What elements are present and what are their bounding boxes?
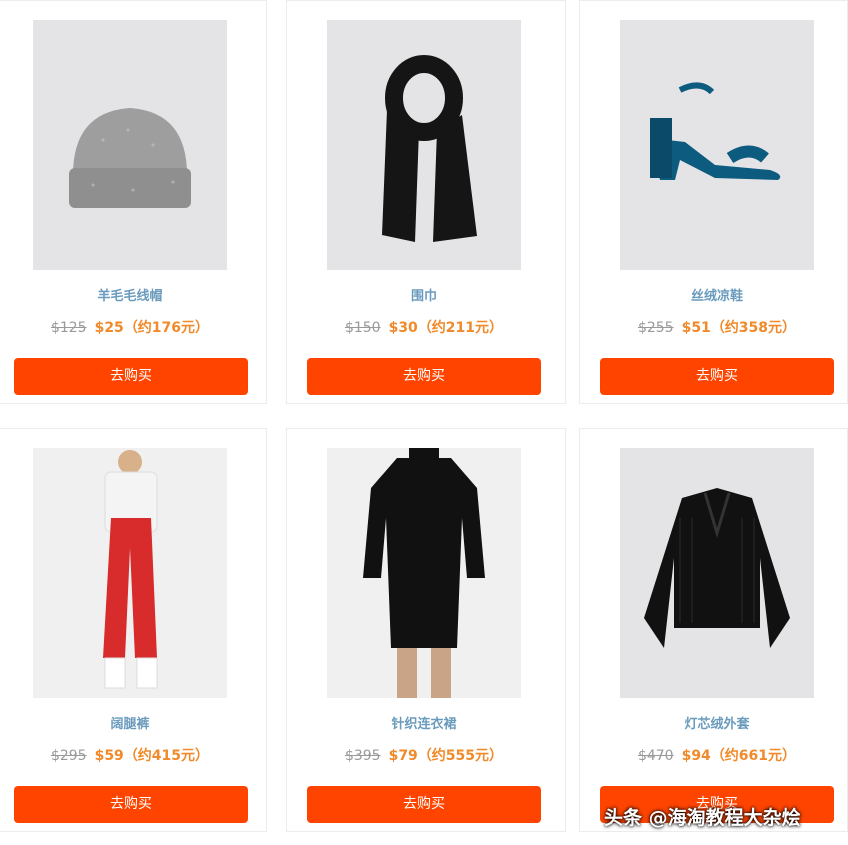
buy-button[interactable]: 去购买 <box>600 358 834 395</box>
price-row: $150 $30（约211元） <box>294 317 554 337</box>
watermark-text: 头条 @海淘教程大杂烩 <box>604 806 801 829</box>
product-name[interactable]: 羊毛毛线帽 <box>0 285 260 304</box>
price-row: $255 $51（约358元） <box>587 317 847 337</box>
product-card[interactable]: 丝绒凉鞋 $255 $51（约358元） 去购买 <box>579 0 848 404</box>
product-name[interactable]: 灯芯绒外套 <box>587 713 847 732</box>
product-name[interactable]: 阔腿裤 <box>0 713 260 732</box>
price-row: $395 $79（约555元） <box>294 745 554 765</box>
product-card[interactable]: 灯芯绒外套 $470 $94（约661元） 去购买 <box>579 428 848 832</box>
product-image-pants[interactable] <box>33 448 227 698</box>
original-price: $150 <box>344 320 381 336</box>
sale-price: $30 <box>388 320 418 336</box>
product-card[interactable]: 围巾 $150 $30（约211元） 去购买 <box>286 0 566 404</box>
original-price: $470 <box>637 748 674 764</box>
sale-price: $51 <box>681 320 711 336</box>
buy-button[interactable]: 去购买 <box>307 358 541 395</box>
buy-button[interactable]: 去购买 <box>307 786 541 823</box>
original-price: $125 <box>50 320 87 336</box>
sale-price: $59 <box>94 748 124 764</box>
product-image-dress[interactable] <box>327 448 521 698</box>
product-name[interactable]: 针织连衣裙 <box>294 713 554 732</box>
product-card[interactable]: 针织连衣裙 $395 $79（约555元） 去购买 <box>286 428 566 832</box>
rmb-price: （约176元） <box>123 320 210 336</box>
rmb-price: （约555元） <box>417 748 504 764</box>
product-image-scarf[interactable] <box>327 20 521 270</box>
price-row: $295 $59（约415元） <box>0 745 260 765</box>
rmb-price: （约211元） <box>417 320 504 336</box>
product-card[interactable]: 羊毛毛线帽 $125 $25（约176元） 去购买 <box>0 0 267 404</box>
buy-button[interactable]: 去购买 <box>14 358 248 395</box>
buy-button[interactable]: 去购买 <box>14 786 248 823</box>
product-image-beanie[interactable] <box>33 20 227 270</box>
product-grid: 羊毛毛线帽 $125 $25（约176元） 去购买 围巾 $150 $30（约211… <box>0 0 848 845</box>
sale-price: $79 <box>388 748 418 764</box>
original-price: $255 <box>637 320 674 336</box>
rmb-price: （约661元） <box>710 748 797 764</box>
watermark: 头条 @海淘教程大杂烩 <box>604 798 844 834</box>
original-price: $395 <box>344 748 381 764</box>
product-name[interactable]: 围巾 <box>294 285 554 304</box>
original-price: $295 <box>50 748 87 764</box>
price-row: $125 $25（约176元） <box>0 317 260 337</box>
rmb-price: （约358元） <box>710 320 797 336</box>
product-image-sandal[interactable] <box>620 20 814 270</box>
sale-price: $25 <box>94 320 124 336</box>
product-name[interactable]: 丝绒凉鞋 <box>587 285 847 304</box>
price-row: $470 $94（约661元） <box>587 745 847 765</box>
rmb-price: （约415元） <box>123 748 210 764</box>
product-image-jacket[interactable] <box>620 448 814 698</box>
sale-price: $94 <box>681 748 711 764</box>
product-card[interactable]: 阔腿裤 $295 $59（约415元） 去购买 <box>0 428 267 832</box>
